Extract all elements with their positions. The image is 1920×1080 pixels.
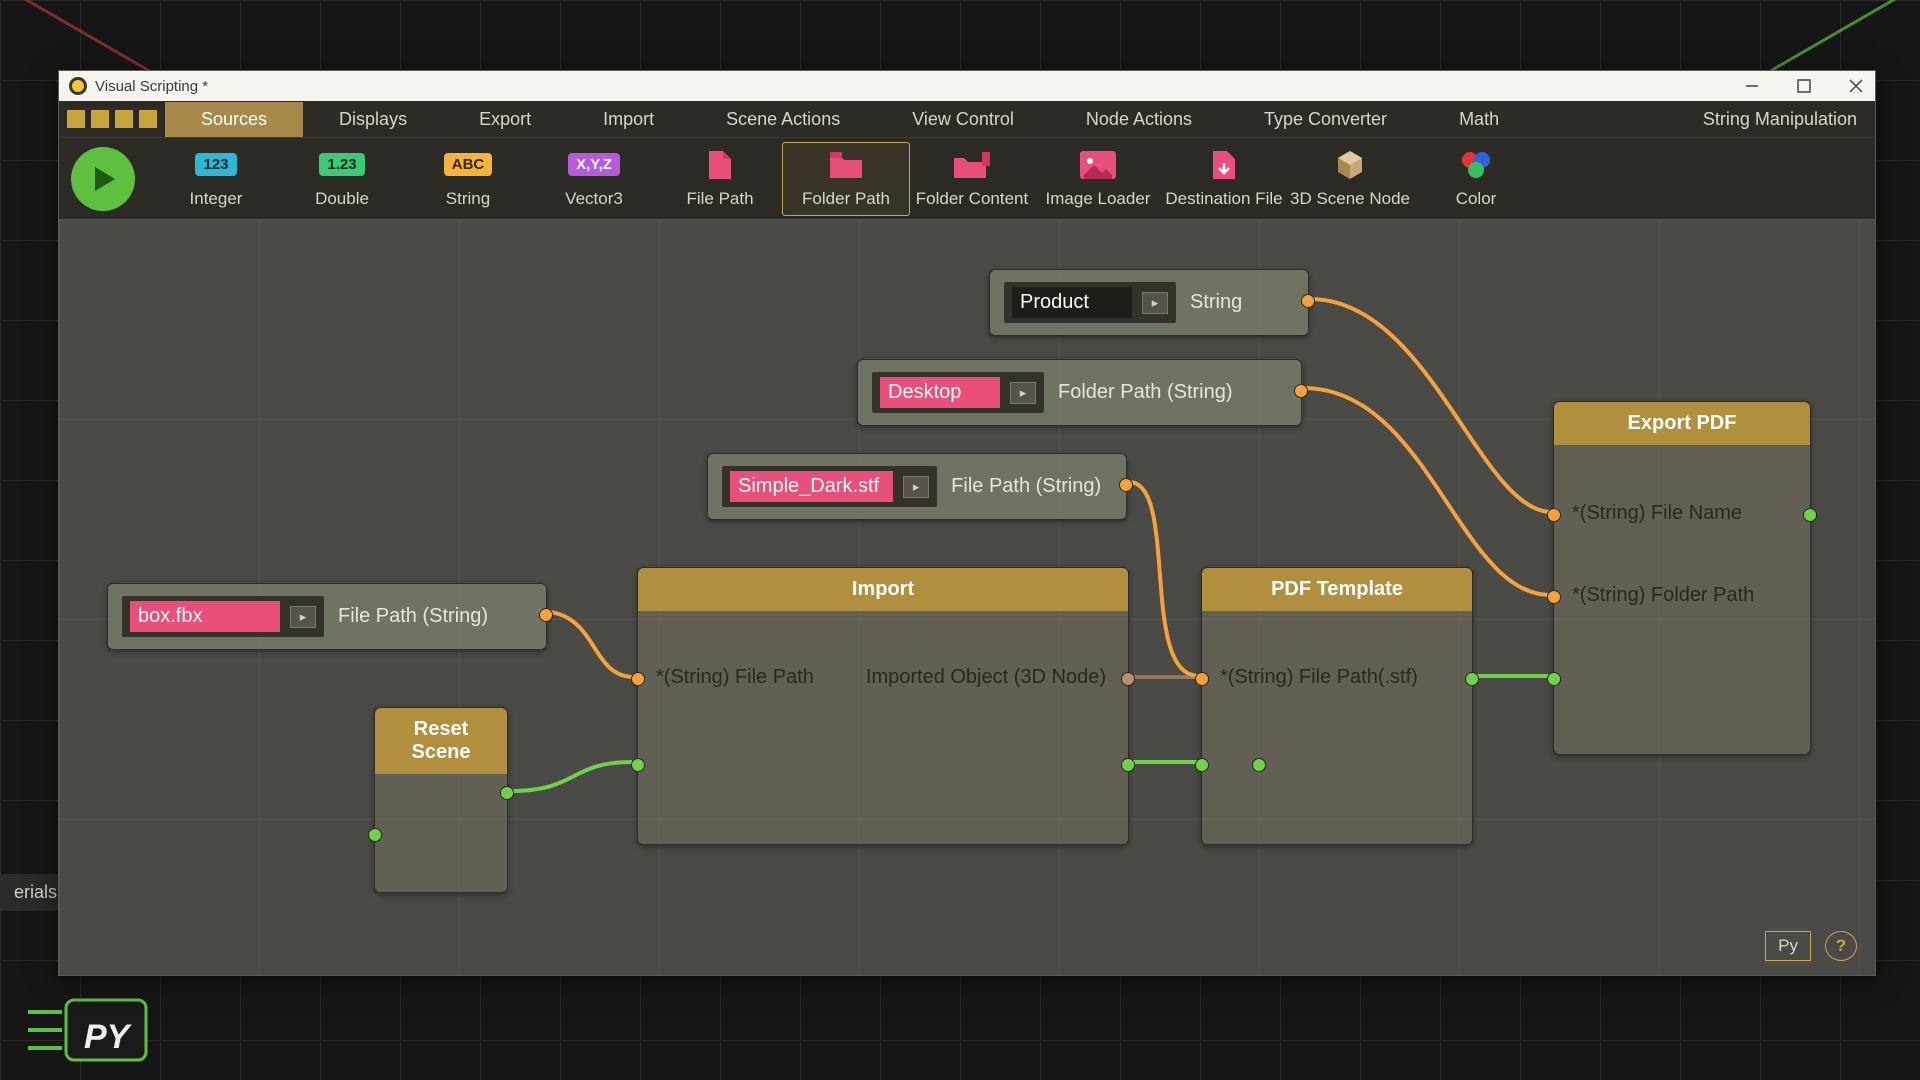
node-simpledark-file[interactable]: Simple_Dark.stf ▸ File Path (String) xyxy=(707,453,1127,520)
window-title: Visual Scripting * xyxy=(95,78,208,95)
run-button[interactable] xyxy=(71,147,135,211)
node-pdf-template[interactable]: PDF Template *(String) File Path(.stf) xyxy=(1201,567,1473,845)
export-pdf-out-port[interactable] xyxy=(1803,508,1817,522)
minimize-button[interactable] xyxy=(1743,77,1761,95)
export-pdf-filename-port[interactable] xyxy=(1547,508,1561,522)
simpledark-value[interactable]: Simple_Dark.stf xyxy=(730,471,893,502)
python-badge: PY xyxy=(20,982,150,1072)
maximize-button[interactable] xyxy=(1795,77,1813,95)
product-value[interactable]: Product xyxy=(1012,287,1132,318)
file-icons[interactable] xyxy=(59,110,165,128)
ribbon-folder-content[interactable]: Folder Content xyxy=(909,143,1035,215)
ribbon-double[interactable]: 1.23 Double xyxy=(279,143,405,215)
desktop-picker-icon[interactable]: ▸ xyxy=(1010,382,1036,404)
reset-scene-title: Reset Scene xyxy=(375,708,507,774)
node-product-string[interactable]: Product ▸ String xyxy=(989,269,1309,336)
color-icon xyxy=(1456,149,1496,181)
file-path-icon xyxy=(700,149,740,181)
pdf-template-in-port[interactable] xyxy=(1195,672,1209,686)
node-boxfbx-file[interactable]: box.fbx ▸ File Path (String) xyxy=(107,583,547,650)
folder-path-icon xyxy=(826,149,866,181)
titlebar: Visual Scripting * xyxy=(59,71,1875,101)
close-button[interactable] xyxy=(1847,77,1865,95)
pdf-template-title: PDF Template xyxy=(1202,568,1472,611)
graph-canvas[interactable]: Product ▸ String Desktop ▸ Folder Path (… xyxy=(59,219,1875,975)
import-out-label: Imported Object (3D Node) xyxy=(866,666,1106,689)
import-out-exec-port[interactable] xyxy=(1121,758,1135,772)
folder-content-icon xyxy=(952,149,992,181)
tab-import[interactable]: Import xyxy=(567,102,690,137)
desktop-out-port[interactable] xyxy=(1294,384,1308,398)
export-pdf-title: Export PDF xyxy=(1554,402,1810,445)
desktop-value[interactable]: Desktop xyxy=(880,377,1000,408)
reset-in-exec-port[interactable] xyxy=(368,828,382,842)
pdf-template-out-exec-top[interactable] xyxy=(1465,672,1479,686)
save-file-icon[interactable] xyxy=(115,110,133,128)
boxfbx-picker-icon[interactable]: ▸ xyxy=(290,606,316,628)
boxfbx-type-label: File Path (String) xyxy=(338,605,488,628)
simpledark-out-port[interactable] xyxy=(1119,478,1133,492)
import-title: Import xyxy=(638,568,1128,611)
app-logo-icon xyxy=(69,77,87,95)
export-pdf-folderpath-label: *(String) Folder Path xyxy=(1572,584,1754,607)
node-desktop-folder[interactable]: Desktop ▸ Folder Path (String) xyxy=(857,359,1302,426)
pdf-template-exec-port2[interactable] xyxy=(1252,758,1266,772)
simpledark-type-label: File Path (String) xyxy=(951,475,1101,498)
node-export-pdf[interactable]: Export PDF *(String) File Name *(String)… xyxy=(1553,401,1811,755)
tab-displays[interactable]: Displays xyxy=(303,102,443,137)
boxfbx-out-port[interactable] xyxy=(539,608,553,622)
tab-string-manipulation[interactable]: String Manipulation xyxy=(1667,102,1875,137)
tab-math[interactable]: Math xyxy=(1423,102,1535,137)
pdf-template-in-label: *(String) File Path(.stf) xyxy=(1220,666,1418,689)
node-import[interactable]: Import *(String) File Path Imported Obje… xyxy=(637,567,1129,845)
ribbon-color[interactable]: Color xyxy=(1413,143,1539,215)
import-in-port[interactable] xyxy=(631,672,645,686)
visual-scripting-window: Visual Scripting * Sources Displays Expo… xyxy=(58,70,1876,976)
svg-text:PY: PY xyxy=(84,1018,133,1056)
ribbon-destination-file[interactable]: Destination File xyxy=(1161,143,1287,215)
ribbon-vector3[interactable]: X,Y,Z Vector3 xyxy=(531,143,657,215)
ribbon-integer[interactable]: 123 Integer xyxy=(153,143,279,215)
import-out-port[interactable] xyxy=(1121,672,1135,686)
pdf-template-in-exec-port[interactable] xyxy=(1195,758,1209,772)
tab-view-control[interactable]: View Control xyxy=(876,102,1050,137)
product-type-label: String xyxy=(1190,291,1242,314)
import-in-exec-port[interactable] xyxy=(631,758,645,772)
export-pdf-in-exec-port[interactable] xyxy=(1547,672,1561,686)
simpledark-picker-icon[interactable]: ▸ xyxy=(903,476,929,498)
export-pdf-folder-port[interactable] xyxy=(1547,590,1561,604)
product-out-port[interactable] xyxy=(1301,294,1315,308)
tab-scene-actions[interactable]: Scene Actions xyxy=(690,102,876,137)
product-picker-icon[interactable]: ▸ xyxy=(1142,292,1168,314)
menubar: Sources Displays Export Import Scene Act… xyxy=(59,101,1875,137)
open-file-icon[interactable] xyxy=(91,110,109,128)
tab-type-converter[interactable]: Type Converter xyxy=(1228,102,1423,137)
export-pdf-filename-label: *(String) File Name xyxy=(1572,502,1742,525)
image-loader-icon xyxy=(1078,149,1118,181)
ribbon-folder-path[interactable]: Folder Path xyxy=(783,143,909,215)
tab-export[interactable]: Export xyxy=(443,102,567,137)
help-button[interactable]: ? xyxy=(1825,931,1857,961)
tab-sources[interactable]: Sources xyxy=(165,102,303,137)
desktop-type-label: Folder Path (String) xyxy=(1058,381,1233,404)
new-file-icon[interactable] xyxy=(67,110,85,128)
ribbon: 123 Integer 1.23 Double ABC String X,Y,Z… xyxy=(59,137,1875,219)
reset-out-exec-port[interactable] xyxy=(500,786,514,800)
ribbon-string[interactable]: ABC String xyxy=(405,143,531,215)
import-in-label: *(String) File Path xyxy=(656,666,814,689)
scene-node-icon xyxy=(1330,149,1370,181)
node-reset-scene[interactable]: Reset Scene xyxy=(374,707,508,893)
save-as-icon[interactable] xyxy=(139,110,157,128)
ribbon-image-loader[interactable]: Image Loader xyxy=(1035,143,1161,215)
boxfbx-value[interactable]: box.fbx xyxy=(130,601,280,632)
tab-node-actions[interactable]: Node Actions xyxy=(1050,102,1228,137)
destination-file-icon xyxy=(1204,149,1244,181)
ribbon-file-path[interactable]: File Path xyxy=(657,143,783,215)
python-toggle-button[interactable]: Py xyxy=(1765,931,1811,961)
ribbon-3d-scene-node[interactable]: 3D Scene Node xyxy=(1287,143,1413,215)
